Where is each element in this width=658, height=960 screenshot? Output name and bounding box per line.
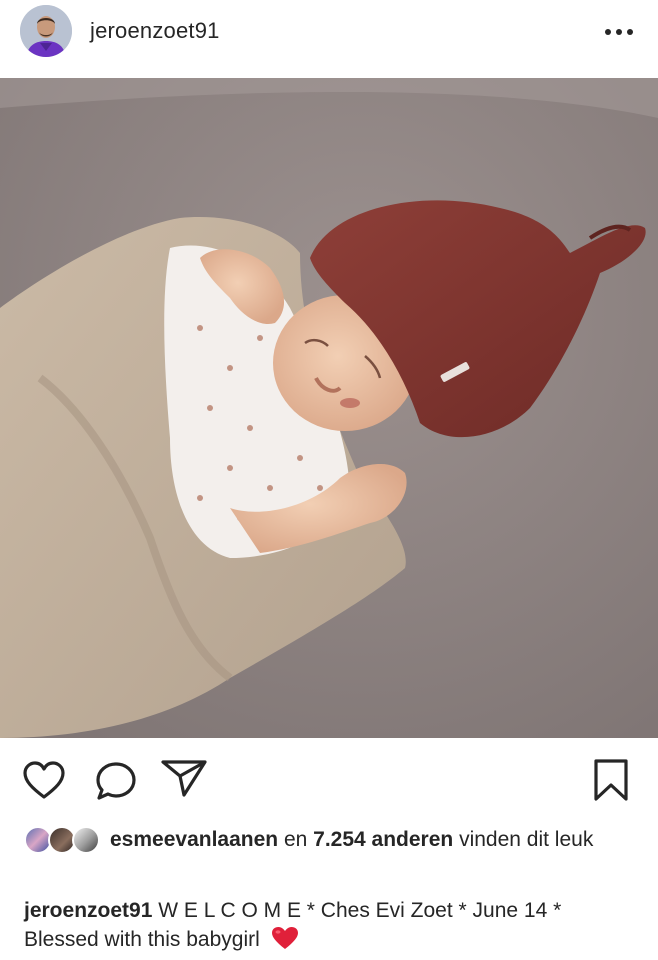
avatar-image [20,5,72,57]
post-header: jeroenzoet91 [0,0,658,78]
paper-plane-icon[interactable] [160,758,208,798]
liker-avatars[interactable] [24,826,106,854]
post-photo[interactable] [0,78,658,738]
likes-joiner: en [278,828,314,851]
photo-image [0,78,658,738]
likes-count[interactable]: 7.254 anderen [313,828,453,851]
post-username[interactable]: jeroenzoet91 [90,18,220,44]
liker-username[interactable]: esmeevanlaanen [110,828,278,851]
post-caption: jeroenzoet91 W E L C O M E * Ches Evi Zo… [24,897,634,954]
comment-bubble-icon[interactable] [94,760,138,802]
liker-avatar [72,826,100,854]
user-avatar[interactable] [20,5,72,57]
action-bar [0,738,658,820]
bookmark-icon[interactable] [591,758,631,802]
more-options-icon[interactable] [604,28,634,36]
heart-outline-icon[interactable] [22,760,66,800]
likes-suffix: vinden dit leuk [453,828,594,851]
caption-username[interactable]: jeroenzoet91 [24,899,152,922]
red-heart-emoji [271,927,298,949]
likes-summary: esmeevanlaanen en 7.254 anderen vinden d… [24,826,634,854]
